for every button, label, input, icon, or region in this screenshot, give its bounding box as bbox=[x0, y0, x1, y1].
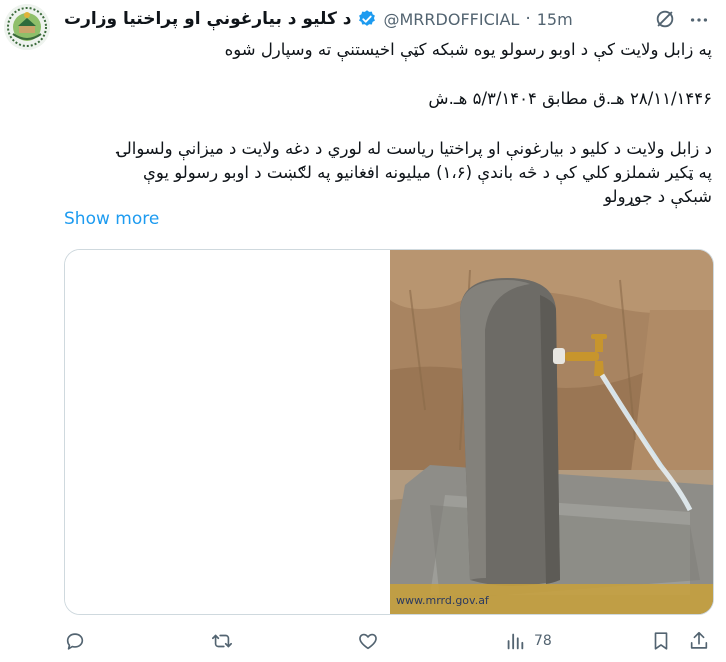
tweet-text-line: ۲۸/۱۱/۱۴۴۶ هـ.ق مطابق ۵/۳/۱۴۰۴ هـ.ش bbox=[428, 89, 712, 108]
avatar[interactable] bbox=[4, 4, 50, 50]
verified-badge-icon bbox=[359, 10, 376, 26]
tweet-text-line: په زابل ولایت کې د اوبو رسولو یوه شبکه ک… bbox=[224, 40, 712, 59]
display-name[interactable]: د کلیو د بیارغونې او پراختیا وزارت bbox=[64, 9, 351, 29]
more-icon[interactable] bbox=[688, 9, 710, 31]
like-icon bbox=[359, 633, 377, 650]
avatar-logo bbox=[4, 4, 50, 50]
grok-icon[interactable] bbox=[654, 8, 676, 30]
tweet-text-line: د زابل ولایت د کلیو د بیارغونې او پراختی… bbox=[117, 139, 712, 158]
image-caption: www.mrrd.gov.af bbox=[396, 594, 490, 607]
repost-icon bbox=[212, 634, 232, 648]
bookmark-icon bbox=[654, 632, 668, 650]
separator-dot: · bbox=[525, 9, 531, 29]
like-button[interactable] bbox=[357, 626, 379, 656]
action-bar: 78 bbox=[0, 626, 726, 656]
share-button[interactable] bbox=[688, 626, 710, 656]
views-icon bbox=[507, 633, 524, 650]
timestamp[interactable]: 15m bbox=[537, 10, 573, 29]
media-image-blank[interactable] bbox=[65, 250, 390, 614]
reply-icon bbox=[66, 633, 84, 650]
reply-button[interactable] bbox=[64, 626, 86, 656]
views-count: 78 bbox=[534, 633, 552, 649]
tweet-text-line: په ټکیر شملزو کلي کې د څه باندې (۱،۶) می… bbox=[142, 163, 712, 182]
views-button[interactable]: 78 bbox=[504, 626, 552, 656]
bookmark-button[interactable] bbox=[650, 626, 672, 656]
media-container[interactable]: www.mrrd.gov.af bbox=[64, 249, 714, 615]
share-icon bbox=[690, 631, 708, 649]
tweet-header: د کلیو د بیارغونې او پراختیا وزارت @MRRD… bbox=[64, 8, 573, 30]
user-handle[interactable]: @MRRDOFFICIAL bbox=[383, 10, 519, 29]
tweet-text-line: شبکې د جوړولو bbox=[604, 187, 712, 206]
repost-button[interactable] bbox=[211, 626, 233, 656]
show-more-link[interactable]: Show more bbox=[64, 209, 159, 229]
media-image-photo[interactable]: www.mrrd.gov.af bbox=[390, 250, 713, 614]
